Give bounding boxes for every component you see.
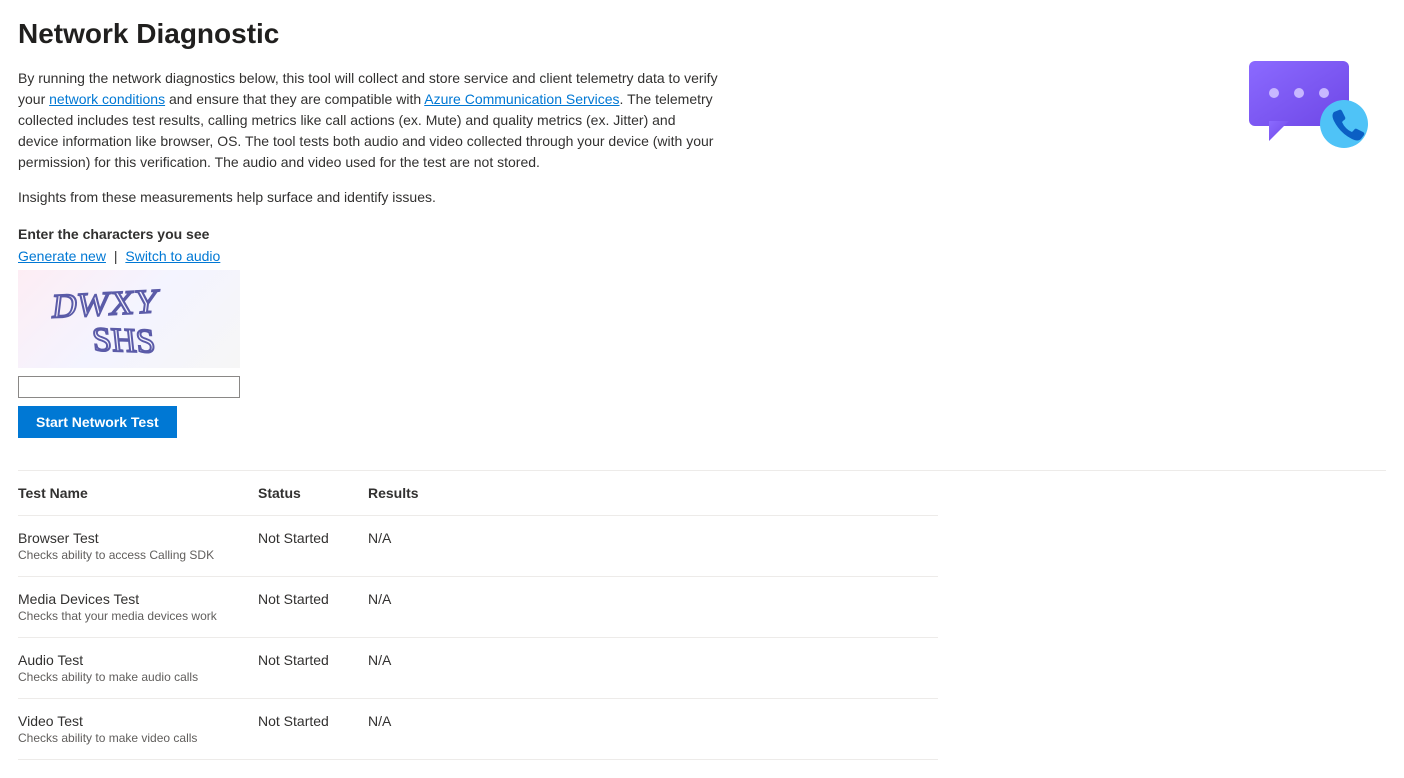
captcha-input[interactable] <box>18 376 240 398</box>
test-results: N/A <box>368 577 938 638</box>
captcha-link-divider: | <box>114 248 118 264</box>
test-results: N/A <box>368 699 938 760</box>
test-name: Audio Test <box>18 652 250 668</box>
captcha-image: DWXY SHS <box>18 270 240 368</box>
table-row: Video Test Checks ability to make video c… <box>18 699 938 760</box>
test-desc: Checks ability to make video calls <box>18 731 250 745</box>
test-status: Not Started <box>258 516 368 577</box>
col-header-results: Results <box>368 471 938 516</box>
test-name-cell: Browser Test Checks ability to access Cal… <box>18 516 258 577</box>
captcha-text-line1: DWXY <box>50 282 161 325</box>
chat-call-icon <box>1244 56 1374 159</box>
captcha-label: Enter the characters you see <box>18 226 718 242</box>
table-row: Audio Test Checks ability to make audio c… <box>18 638 938 699</box>
test-name: Browser Test <box>18 530 250 546</box>
acs-link[interactable]: Azure Communication Services <box>424 91 619 107</box>
table-row: Browser Test Checks ability to access Cal… <box>18 516 938 577</box>
test-desc: Checks that your media devices work <box>18 609 250 623</box>
test-name-cell: Audio Test Checks ability to make audio c… <box>18 638 258 699</box>
captcha-text-line2: SHS <box>91 322 158 361</box>
generate-new-link[interactable]: Generate new <box>18 248 106 264</box>
tests-table: Test Name Status Results Browser Test Che… <box>18 471 938 760</box>
test-results: N/A <box>368 516 938 577</box>
test-results: N/A <box>368 638 938 699</box>
switch-to-audio-link[interactable]: Switch to audio <box>125 248 220 264</box>
col-header-name: Test Name <box>18 471 258 516</box>
intro-text: By running the network diagnostics below… <box>18 68 718 173</box>
start-network-test-button[interactable]: Start Network Test <box>18 406 177 438</box>
test-name: Media Devices Test <box>18 591 250 607</box>
table-row: Media Devices Test Checks that your media… <box>18 577 938 638</box>
col-header-status: Status <box>258 471 368 516</box>
network-conditions-link[interactable]: network conditions <box>49 91 165 107</box>
test-name-cell: Video Test Checks ability to make video c… <box>18 699 258 760</box>
page-title: Network Diagnostic <box>18 18 718 50</box>
test-desc: Checks ability to access Calling SDK <box>18 548 250 562</box>
test-status: Not Started <box>258 577 368 638</box>
test-name: Video Test <box>18 713 250 729</box>
insights-text: Insights from these measurements help su… <box>18 187 718 208</box>
test-status: Not Started <box>258 699 368 760</box>
test-name-cell: Media Devices Test Checks that your media… <box>18 577 258 638</box>
intro-mid1: and ensure that they are compatible with <box>165 91 424 107</box>
test-status: Not Started <box>258 638 368 699</box>
test-desc: Checks ability to make audio calls <box>18 670 250 684</box>
